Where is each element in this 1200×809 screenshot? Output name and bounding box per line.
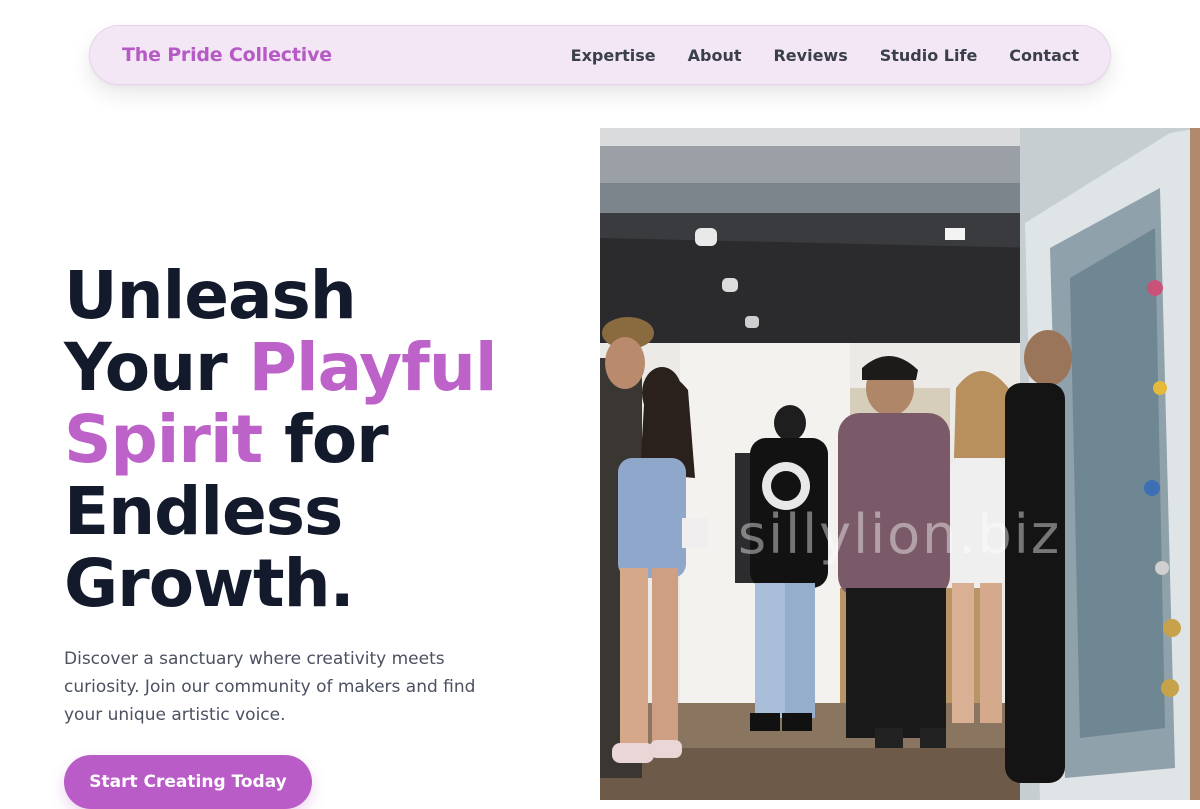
headline-line-5: Growth. [64,545,355,622]
image-watermark: sillylion.biz [738,503,1062,566]
studio-gallery-illustration [600,128,1200,800]
nav-links: Expertise About Reviews Studio Life Cont… [571,46,1079,65]
headline-line-1: Unleash [64,257,357,334]
nav-link-studio-life[interactable]: Studio Life [880,46,978,65]
headline-line-4: Endless [64,473,343,550]
headline-line-2a: Your [64,329,249,406]
headline-accent-playful: Playful [248,329,498,406]
hero-photo: sillylion.biz [600,128,1200,800]
headline-line-3b: for [262,401,389,478]
top-nav: The Pride Collective Expertise About Rev… [89,25,1111,85]
nav-link-contact[interactable]: Contact [1009,46,1079,65]
hero-headline: Unleash Your Playful Spirit for Endless … [64,260,564,620]
nav-link-about[interactable]: About [688,46,742,65]
brand-logo[interactable]: The Pride Collective [122,44,332,66]
headline-accent-spirit: Spirit [64,401,263,478]
start-creating-button[interactable]: Start Creating Today [64,755,312,809]
nav-link-expertise[interactable]: Expertise [571,46,656,65]
hero-subtext: Discover a sanctuary where creativity me… [64,649,476,725]
nav-link-reviews[interactable]: Reviews [773,46,847,65]
